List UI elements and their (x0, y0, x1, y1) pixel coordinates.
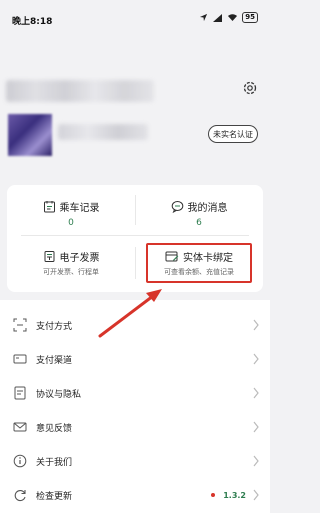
avatar[interactable] (8, 114, 52, 156)
chevron-right-icon (253, 319, 259, 331)
update-dot-badge (211, 493, 215, 497)
version-number: 1.3.2 (223, 490, 246, 500)
annotation-highlight-box (146, 243, 252, 283)
e-invoice-button[interactable]: 电子发票 可开发票、行程单 (21, 249, 121, 277)
menu-item-label: 意见反馈 (36, 423, 73, 434)
status-icons: 95 (199, 12, 258, 23)
feedback-mail-icon (13, 422, 27, 432)
settings-menu-list: 支付方式 支付渠道 协议与隐私 意见反馈 关于我们 检查更新 1.3.2 (0, 300, 270, 513)
menu-item-label: 支付渠道 (36, 355, 73, 366)
status-time: 晚上8:18 (12, 17, 53, 27)
wifi-icon (228, 14, 238, 21)
ride-records-icon (43, 201, 55, 213)
ride-records-label: 乘车记录 (59, 203, 100, 214)
grid-divider-vertical (135, 195, 136, 225)
menu-item-label: 协议与隐私 (36, 389, 82, 400)
payment-channel-icon (13, 354, 27, 364)
battery-icon: 95 (242, 12, 258, 23)
grid-divider-horizontal (21, 235, 249, 236)
settings-gear-icon[interactable] (242, 80, 258, 96)
chevron-right-icon (253, 455, 259, 467)
menu-item-label: 支付方式 (36, 321, 73, 332)
agreement-icon (14, 386, 26, 400)
blurred-username (6, 80, 154, 102)
info-icon (13, 454, 27, 468)
my-messages-label: 我的消息 (187, 203, 228, 214)
message-bubble-icon (171, 201, 183, 213)
menu-item-feedback[interactable]: 意见反馈 (0, 410, 270, 444)
payment-method-icon (13, 318, 27, 332)
refresh-icon (14, 490, 26, 502)
menu-item-payment-channel[interactable]: 支付渠道 (0, 342, 270, 376)
chevron-right-icon (253, 421, 259, 433)
ride-records-button[interactable]: 乘车记录 0 (21, 199, 121, 228)
chevron-right-icon (253, 387, 259, 399)
chevron-right-icon (253, 353, 259, 365)
grid-divider-vertical-lower (135, 247, 136, 279)
signal-icon (213, 14, 223, 22)
menu-item-label: 检查更新 (36, 491, 73, 502)
verify-identity-button[interactable]: 未实名认证 (208, 125, 258, 143)
menu-item-payment-method[interactable]: 支付方式 (0, 308, 270, 342)
ride-records-count: 0 (68, 218, 74, 228)
invoice-icon (44, 251, 54, 262)
menu-item-agreement-privacy[interactable]: 协议与隐私 (0, 376, 270, 410)
chevron-right-icon (253, 489, 259, 501)
menu-item-about-us[interactable]: 关于我们 (0, 444, 270, 478)
e-invoice-label: 电子发票 (59, 253, 100, 264)
location-icon (200, 13, 208, 22)
my-messages-count: 6 (196, 218, 202, 228)
e-invoice-subtitle: 可开发票、行程单 (43, 268, 99, 276)
menu-item-label: 关于我们 (36, 457, 73, 468)
blurred-account-id (58, 124, 148, 140)
status-bar: 晚上8:18 95 (0, 0, 270, 36)
menu-item-check-update[interactable]: 检查更新 1.3.2 (0, 478, 270, 512)
my-messages-button[interactable]: 我的消息 6 (149, 199, 249, 228)
